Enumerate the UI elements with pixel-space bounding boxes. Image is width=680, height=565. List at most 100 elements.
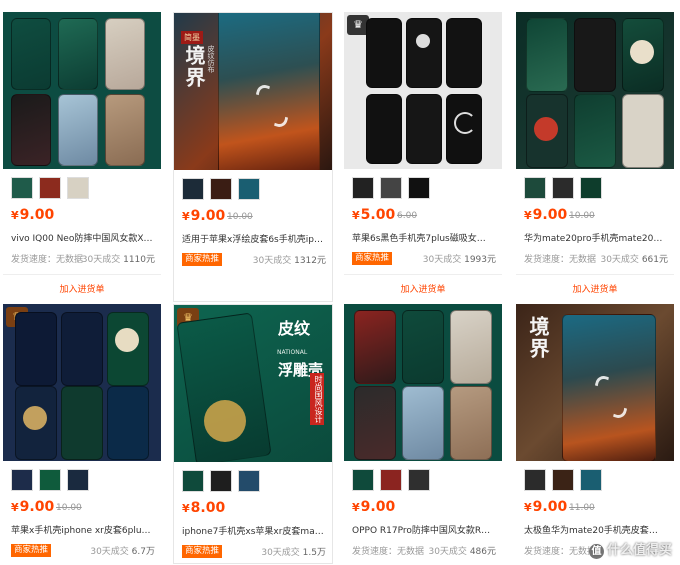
thumbnail[interactable]: [11, 177, 33, 199]
product-title[interactable]: 太极鱼华为mate20手机壳皮套mate20...: [524, 523, 666, 536]
add-to-list-button[interactable]: 加入进货单: [3, 282, 161, 295]
thumbnail[interactable]: [380, 469, 402, 491]
thumbnail[interactable]: [210, 470, 232, 492]
brand-char1: 皮纹: [278, 319, 311, 338]
site-watermark: 值什么值得买: [588, 539, 672, 559]
price: ¥5.00: [352, 207, 396, 223]
sales-30d: 30天成交 486元: [428, 547, 496, 557]
thumbnail-strip: [182, 470, 260, 492]
hot-badge: 商家热推: [182, 545, 223, 558]
thumbnail[interactable]: [580, 177, 602, 199]
product-title[interactable]: 苹果6s黑色手机壳7plus磁吸女个性六...: [352, 231, 494, 244]
thumbnail-strip: [352, 469, 430, 491]
brand-subtitle: 皮纹仿布: [207, 45, 215, 73]
sales-30d: 30天成交 1110元: [81, 255, 155, 265]
add-to-list-button[interactable]: 加入进货单: [344, 282, 502, 295]
brand-banner: 时尚国风设计: [310, 373, 324, 425]
meta-row: 商家热推 30天成交 1993元: [352, 252, 496, 266]
hot-badge: 商家热推: [11, 544, 52, 557]
original-price: 10.00: [569, 211, 595, 221]
product-title[interactable]: iphone7手机壳xs苹果xr皮套max华为...: [182, 524, 324, 537]
thumbnail[interactable]: [182, 470, 204, 492]
thumbnail[interactable]: [182, 178, 204, 200]
price: ¥9.00: [182, 208, 226, 224]
thumbnail-strip: [524, 469, 602, 491]
original-price: 10.00: [227, 212, 253, 222]
product-card[interactable]: ¥9.00 OPPO R17Pro防摔中国风女款R17手... 发货速度：无数据…: [344, 304, 502, 562]
thumbnail[interactable]: [580, 469, 602, 491]
product-title[interactable]: 适用于苹果x浮绘皮套6s手机壳iphone...: [182, 232, 324, 245]
thumbnail[interactable]: [11, 469, 33, 491]
product-image[interactable]: 境界: [516, 304, 674, 461]
meta-row: 发货速度：无数据 30天成交 661元: [524, 252, 668, 266]
product-image[interactable]: ♛ 皮纹 NATIONAL 浮雕壳 时尚国风设计: [174, 305, 332, 462]
shipping-speed: 发货速度：无数据: [352, 547, 425, 557]
thumbnail[interactable]: [238, 470, 260, 492]
product-image[interactable]: ♛: [344, 12, 502, 169]
product-title[interactable]: vivo IQ00 Neo防摔中国风女款X27Pro...: [11, 231, 153, 244]
hot-badge: 商家热推: [182, 253, 223, 266]
hot-badge: 商家热推: [352, 252, 393, 265]
product-grid: ¥9.00 vivo IQ00 Neo防摔中国风女款X27Pro... 发货速度…: [0, 0, 680, 565]
sales-30d: 30天成交 6.7万: [90, 547, 155, 557]
sales-30d: 30天成交 1312元: [252, 256, 326, 266]
product-image[interactable]: ♛: [3, 304, 161, 461]
brand-tag: 简墨: [181, 31, 203, 44]
watermark-icon: 值: [588, 544, 604, 559]
sales-30d: 30天成交 1993元: [422, 255, 496, 265]
thumbnail[interactable]: [352, 469, 374, 491]
shipping-speed: 发货速度：无数据: [524, 255, 597, 265]
product-image[interactable]: [3, 12, 161, 169]
thumbnail[interactable]: [238, 178, 260, 200]
original-price: 11.00: [569, 503, 595, 513]
thumbnail[interactable]: [67, 177, 89, 199]
product-image[interactable]: 简墨 境界 皮纹仿布: [174, 13, 332, 170]
product-card[interactable]: ♛ ¥5.00 6.00 苹果6s黑色手机壳7plus磁吸女个性六... 商家热…: [344, 12, 502, 300]
product-card[interactable]: ¥9.00 vivo IQ00 Neo防摔中国风女款X27Pro... 发货速度…: [3, 12, 161, 300]
thumbnail-strip: [11, 469, 89, 491]
shipping-speed: 发货速度：无数据: [11, 255, 84, 265]
thumbnail[interactable]: [39, 177, 61, 199]
thumbnail[interactable]: [67, 469, 89, 491]
shipping-speed: 发货速度：无数据: [524, 547, 597, 557]
add-to-list-button[interactable]: 加入进货单: [516, 282, 674, 295]
brand-en: NATIONAL: [277, 349, 308, 356]
price: ¥9.00: [11, 499, 55, 515]
thumbnail[interactable]: [524, 177, 546, 199]
thumbnail[interactable]: [552, 469, 574, 491]
brand-title: 境界: [526, 316, 550, 360]
product-card[interactable]: ♛ ¥9.00 10.00 苹果x手机壳iphone xr皮套6plus浮雕..…: [3, 304, 161, 562]
meta-row: 发货速度：无数据 30天成交 486元: [352, 544, 496, 558]
meta-row: 商家热推 30天成交 1312元: [182, 253, 326, 267]
price: ¥9.00: [352, 499, 396, 515]
thumbnail-strip: [352, 177, 430, 199]
product-title[interactable]: OPPO R17Pro防摔中国风女款R17手...: [352, 523, 494, 536]
thumbnail[interactable]: [39, 469, 61, 491]
meta-row: 商家热推 30天成交 6.7万: [11, 544, 155, 558]
product-image[interactable]: [344, 304, 502, 461]
thumbnail[interactable]: [552, 177, 574, 199]
thumbnail[interactable]: [352, 177, 374, 199]
thumbnail[interactable]: [524, 469, 546, 491]
thumbnail[interactable]: [210, 178, 232, 200]
thumbnail-strip: [182, 178, 260, 200]
product-title[interactable]: 苹果x手机壳iphone xr皮套6plus浮雕...: [11, 523, 153, 536]
original-price: 10.00: [56, 503, 82, 513]
thumbnail[interactable]: [380, 177, 402, 199]
product-image[interactable]: [516, 12, 674, 169]
sales-30d: 30天成交 661元: [600, 255, 668, 265]
product-card[interactable]: 简墨 境界 皮纹仿布 ¥9.00 10.00 适用于苹果x浮绘皮套6s手机壳ip…: [173, 12, 333, 302]
brand-title: 境界: [182, 45, 206, 89]
product-card[interactable]: ♛ 皮纹 NATIONAL 浮雕壳 时尚国风设计 ¥8.00 iphone7手机…: [173, 304, 333, 564]
product-card[interactable]: 境界 ¥9.00 11.00 太极鱼华为mate20手机壳皮套mate20...…: [516, 304, 674, 562]
thumbnail[interactable]: [408, 177, 430, 199]
price: ¥9.00: [11, 207, 55, 223]
product-title[interactable]: 华为mate20pro手机壳mate20皮纹20x...: [524, 231, 666, 244]
sales-30d: 30天成交 1.5万: [261, 548, 326, 558]
thumbnail[interactable]: [408, 469, 430, 491]
price: ¥9.00: [524, 207, 568, 223]
product-card[interactable]: ¥9.00 10.00 华为mate20pro手机壳mate20皮纹20x...…: [516, 12, 674, 300]
thumbnail-strip: [11, 177, 89, 199]
price: ¥9.00: [524, 499, 568, 515]
original-price: 6.00: [397, 211, 418, 221]
